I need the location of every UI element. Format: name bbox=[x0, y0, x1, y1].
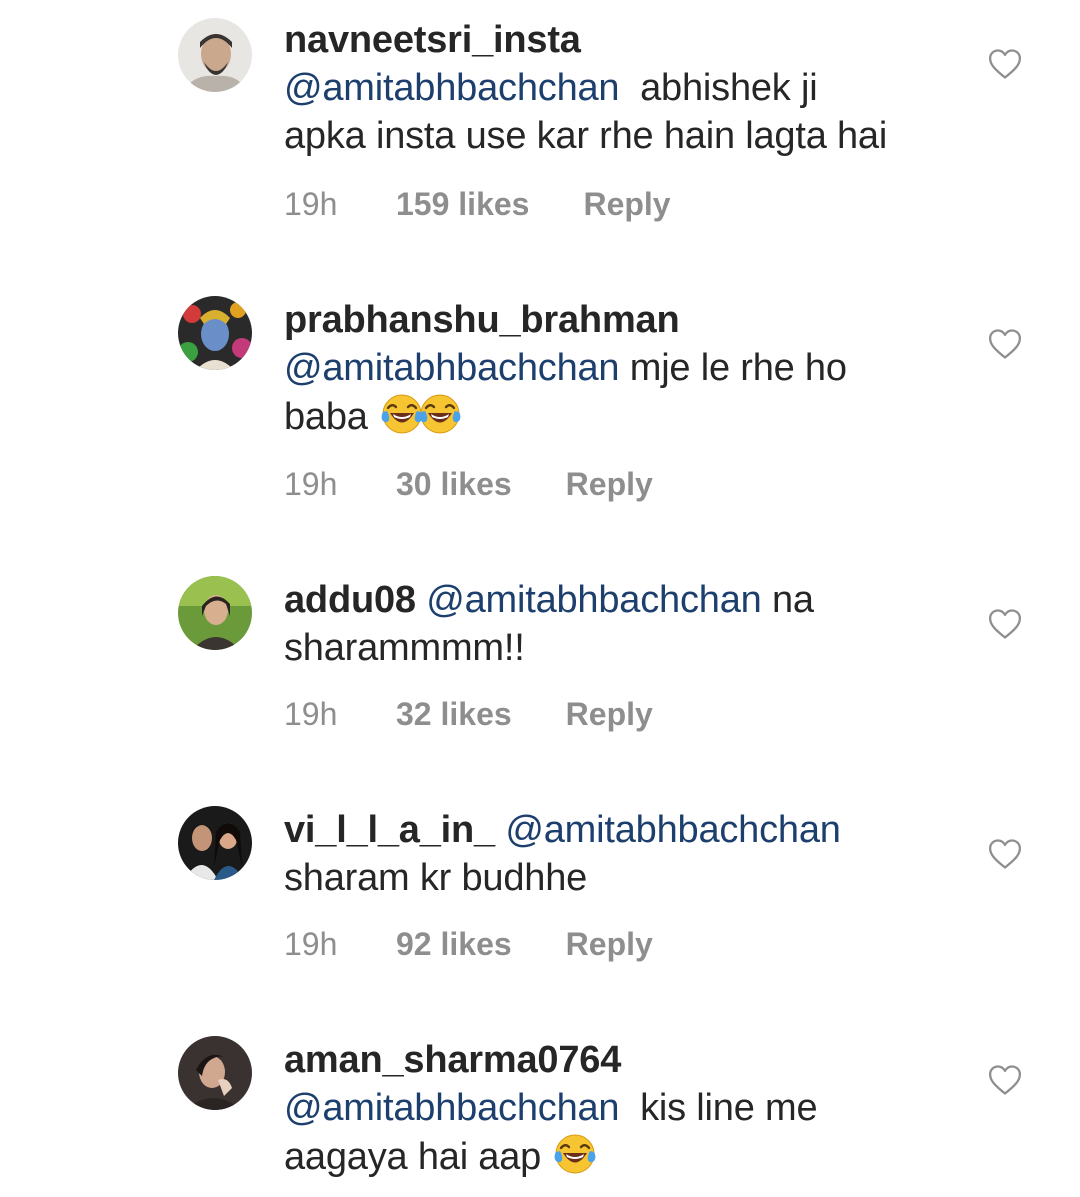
comment-meta: 19h 32 likes Reply bbox=[284, 694, 653, 734]
comment-username[interactable]: aman_sharma0764 bbox=[284, 1039, 621, 1081]
comment-username[interactable]: addu08 bbox=[284, 579, 416, 621]
reply-button[interactable]: Reply bbox=[566, 464, 653, 504]
likes-count[interactable]: 30 likes bbox=[396, 464, 512, 504]
user-avatar-photo-icon bbox=[178, 576, 252, 650]
avatar[interactable] bbox=[178, 296, 252, 370]
reply-button[interactable]: Reply bbox=[566, 924, 653, 964]
comment-text: na bbox=[771, 579, 814, 621]
comment-body: aman_sharma0764 @amitabhbachchan kis lin… bbox=[284, 1036, 964, 1181]
comment-text: baba bbox=[284, 396, 368, 438]
comment-text: sharammmm!! bbox=[284, 627, 525, 669]
comment-text: aagaya hai aap bbox=[284, 1136, 542, 1178]
comment-body: vi_l_l_a_in_ @amitabhbachchan sharam kr … bbox=[284, 806, 964, 902]
tears-of-joy-emoji-icon bbox=[418, 392, 462, 436]
comment-username[interactable]: prabhanshu_brahman bbox=[284, 299, 680, 341]
comment-meta: 19h 92 likes Reply bbox=[284, 924, 653, 964]
avatar[interactable] bbox=[178, 576, 252, 650]
heart-outline-icon[interactable] bbox=[988, 838, 1022, 870]
comment-meta: 19h 30 likes Reply bbox=[284, 464, 653, 504]
mention-link[interactable]: @amitabhbachchan bbox=[426, 579, 762, 621]
user-avatar-photo-icon bbox=[178, 1036, 252, 1110]
mention-link[interactable]: @amitabhbachchan bbox=[284, 67, 620, 109]
heart-outline-icon[interactable] bbox=[988, 1064, 1022, 1096]
reply-button[interactable]: Reply bbox=[566, 694, 653, 734]
heart-outline-icon[interactable] bbox=[988, 608, 1022, 640]
comment-text: sharam kr budhhe bbox=[284, 857, 588, 899]
comment-body: addu08 @amitabhbachchan na sharammmm!! bbox=[284, 576, 964, 672]
comment-time: 19h bbox=[284, 186, 338, 222]
likes-count[interactable]: 32 likes bbox=[396, 694, 512, 734]
comment-text: abhishek ji bbox=[640, 67, 818, 109]
mention-link[interactable]: @amitabhbachchan bbox=[284, 1087, 620, 1129]
user-avatar-photo-icon bbox=[178, 296, 252, 370]
mention-link[interactable]: @amitabhbachchan bbox=[284, 347, 620, 389]
comment-text: kis line me bbox=[640, 1087, 818, 1129]
avatar[interactable] bbox=[178, 18, 252, 92]
comment-item: addu08 @amitabhbachchan na sharammmm!! 1… bbox=[0, 560, 1080, 760]
comment-body: prabhanshu_brahman @amitabhbachchan mje … bbox=[284, 296, 964, 441]
user-avatar-photo-icon bbox=[178, 18, 252, 92]
comment-item: aman_sharma0764 @amitabhbachchan kis lin… bbox=[0, 1020, 1080, 1197]
avatar[interactable] bbox=[178, 1036, 252, 1110]
comment-item: vi_l_l_a_in_ @amitabhbachchan sharam kr … bbox=[0, 790, 1080, 990]
comment-time: 19h bbox=[284, 696, 338, 732]
comment-time: 19h bbox=[284, 926, 338, 962]
comment-body: navneetsri_insta @amitabhbachchan abhish… bbox=[284, 16, 964, 160]
avatar[interactable] bbox=[178, 806, 252, 880]
reply-button[interactable]: Reply bbox=[583, 184, 670, 224]
comment-text: apka insta use kar rhe hain lagta hai bbox=[284, 115, 888, 157]
likes-count[interactable]: 159 likes bbox=[396, 184, 529, 224]
comment-text: mje le rhe ho bbox=[629, 347, 847, 389]
mention-link[interactable]: @amitabhbachchan bbox=[505, 809, 841, 851]
user-avatar-photo-icon bbox=[178, 806, 252, 880]
comment-meta: 19h 159 likes Reply bbox=[284, 184, 671, 224]
heart-outline-icon[interactable] bbox=[988, 328, 1022, 360]
likes-count[interactable]: 92 likes bbox=[396, 924, 512, 964]
comment-username[interactable]: navneetsri_insta bbox=[284, 19, 581, 61]
heart-outline-icon[interactable] bbox=[988, 48, 1022, 80]
comment-username[interactable]: vi_l_l_a_in_ bbox=[284, 809, 495, 851]
comment-time: 19h bbox=[284, 466, 338, 502]
tears-of-joy-emoji-icon bbox=[553, 1132, 597, 1176]
comment-item: navneetsri_insta @amitabhbachchan abhish… bbox=[0, 0, 1080, 260]
comment-item: prabhanshu_brahman @amitabhbachchan mje … bbox=[0, 280, 1080, 520]
